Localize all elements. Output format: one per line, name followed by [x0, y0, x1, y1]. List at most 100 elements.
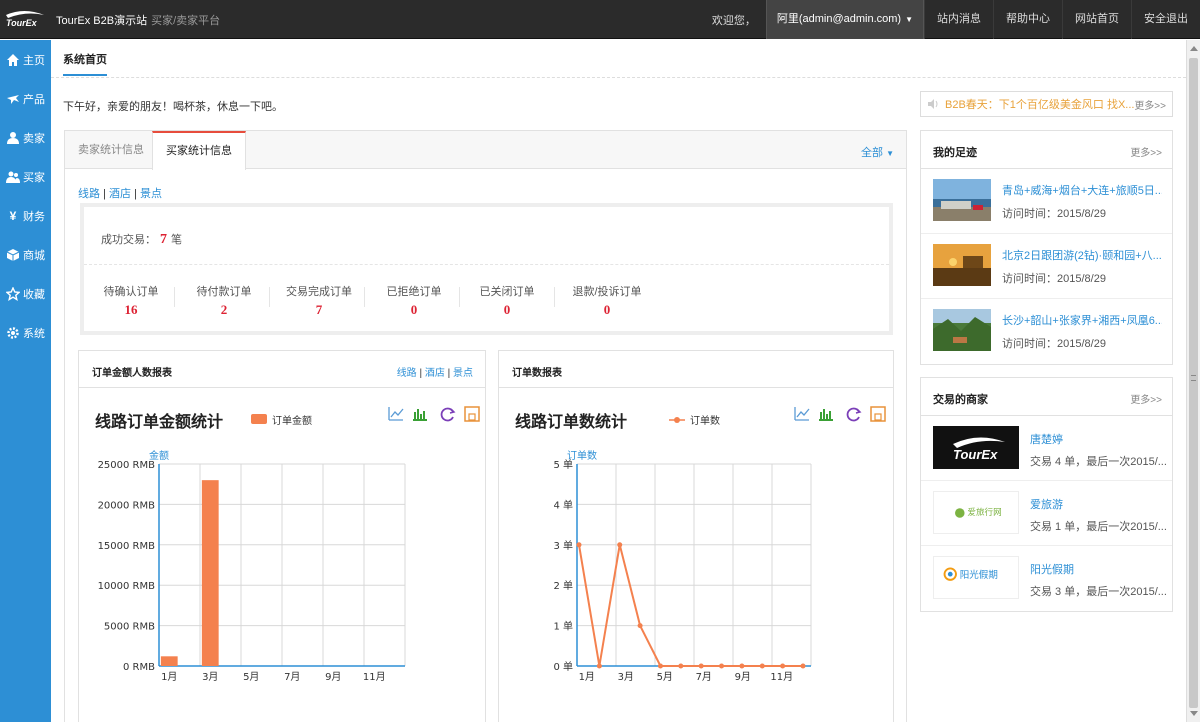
- success-label: 成功交易：: [101, 234, 156, 246]
- user-menu[interactable]: 阿里(admin@admin.com) ▼: [765, 0, 924, 39]
- link-hotels[interactable]: 酒店: [425, 368, 445, 379]
- tour-thumbnail[interactable]: [933, 244, 991, 286]
- tourex-logo[interactable]: TourEx: [4, 9, 46, 29]
- sidebar: 主页 产品 卖家 买家 ¥ 财务 商城 收藏 系统: [0, 40, 51, 722]
- scroll-thumb[interactable]: [1189, 58, 1198, 708]
- link-routes[interactable]: 线路: [397, 368, 417, 379]
- sidebar-item-label: 买家: [23, 171, 45, 184]
- tour-thumbnail[interactable]: [933, 179, 991, 221]
- panel-title: 交易的商家: [933, 394, 988, 406]
- y-tick-label: 5 单: [553, 459, 573, 471]
- y-tick-label: 10000 RMB: [98, 581, 156, 592]
- stat-pending-confirm[interactable]: 待确认订单 16: [84, 283, 178, 318]
- data-point: [800, 663, 806, 669]
- stat-rejected[interactable]: 已拒绝订单 0: [367, 283, 461, 318]
- sidebar-item-system[interactable]: 系统: [0, 313, 51, 352]
- footprint-item[interactable]: 北京2日跟团游(2钻)·颐和园+八... 访问时间：2015/8/29: [921, 234, 1172, 299]
- bar: [160, 656, 178, 666]
- filter-dropdown[interactable]: 全部 ▼: [861, 144, 894, 160]
- merchant-logo[interactable]: 爱旅行网: [933, 491, 1019, 534]
- sidebar-item-products[interactable]: 产品: [0, 79, 51, 118]
- merchant-item[interactable]: 爱旅行网 爱旅游 交易 1 单，最后一次2015/...: [921, 481, 1172, 546]
- sidebar-item-buyers[interactable]: 买家: [0, 157, 51, 196]
- x-tick-label: 11月: [770, 671, 793, 683]
- merchant-item[interactable]: TourEx 唐楚婷 交易 4 单，最后一次2015/...: [921, 416, 1172, 481]
- footprint-item[interactable]: 长沙+韶山+张家界+湘西+凤凰6... 访问时间：2015/8/29: [921, 299, 1172, 364]
- chart-title: 线路订单数统计: [515, 412, 627, 431]
- divider: [554, 287, 555, 307]
- scrollbar[interactable]: [1186, 40, 1200, 722]
- sidebar-item-mall[interactable]: 商城: [0, 235, 51, 274]
- merchant-item[interactable]: 阳光假期 阳光假期 交易 3 单，最后一次2015/...: [921, 546, 1172, 611]
- stat-refund-complaint[interactable]: 退款/投诉订单 0: [560, 283, 654, 318]
- footprint-item[interactable]: 青岛+威海+烟台+大连+旅顺5日... 访问时间：2015/8/29: [921, 169, 1172, 234]
- link-routes[interactable]: 线路: [78, 188, 100, 200]
- svg-text:TourEx: TourEx: [6, 18, 38, 28]
- merchant-name[interactable]: 阳光假期: [1030, 561, 1074, 577]
- save-image-icon: [468, 413, 476, 421]
- amount-report-card: 订单金额人数报表 线路 | 酒店 | 景点 线路订单金额统计 订单金额 金额 0 RM…: [78, 350, 486, 722]
- site-brand: TourEx B2B演示站 买家/卖家平台: [56, 12, 220, 28]
- notice-bar[interactable]: B2B春天：下1个百亿级美金风口 找X... 更多>>: [920, 91, 1173, 117]
- divider: [269, 287, 270, 307]
- stat-pending-payment[interactable]: 待付款订单 2: [177, 283, 271, 318]
- x-tick-label: 9月: [325, 671, 341, 683]
- tour-thumbnail[interactable]: [933, 309, 991, 351]
- sidebar-item-sellers[interactable]: 卖家: [0, 118, 51, 157]
- merchant-logo[interactable]: TourEx: [933, 426, 1019, 469]
- tab-buyer-stats[interactable]: 买家统计信息: [152, 131, 246, 170]
- merchant-name[interactable]: 唐楚婷: [1030, 431, 1063, 447]
- merchant-desc: 交易 3 单，最后一次2015/...: [1030, 586, 1167, 598]
- merchant-desc: 交易 4 单，最后一次2015/...: [1030, 456, 1167, 468]
- merchant-name[interactable]: 爱旅游: [1030, 496, 1063, 512]
- x-tick-label: 3月: [202, 671, 218, 683]
- tab-seller-stats[interactable]: 卖家统计信息: [65, 131, 157, 169]
- sidebar-item-favorites[interactable]: 收藏: [0, 274, 51, 313]
- legend-swatch: [251, 414, 267, 424]
- stat-closed[interactable]: 已关闭订单 0: [460, 283, 554, 318]
- link-attractions[interactable]: 景点: [140, 188, 162, 200]
- y-tick-label: 0 单: [553, 661, 573, 673]
- sidebar-item-home[interactable]: 主页: [0, 40, 51, 79]
- stat-label: 待付款订单: [196, 286, 252, 298]
- bar-chart-toggle-icon: [819, 409, 833, 421]
- legend-label: 订单数: [690, 414, 720, 427]
- sidebar-item-finance[interactable]: ¥ 财务: [0, 196, 51, 235]
- footprint-title[interactable]: 北京2日跟团游(2钻)·颐和园+八...: [1002, 247, 1162, 263]
- data-point: [657, 663, 663, 669]
- notice-text[interactable]: B2B春天：下1个百亿级美金风口 找X...: [945, 96, 1134, 112]
- more-link[interactable]: 更多>>: [1130, 144, 1162, 159]
- page-tabs: 系统首页: [51, 40, 1186, 78]
- sidebar-item-label: 系统: [23, 327, 45, 340]
- logout-link[interactable]: 安全退出: [1131, 0, 1200, 39]
- link-attractions[interactable]: 景点: [453, 368, 473, 379]
- category-links: 线路 | 酒店 | 景点: [78, 188, 162, 200]
- help-link[interactable]: 帮助中心: [993, 0, 1062, 39]
- home-icon: [7, 53, 19, 66]
- success-trades: 成功交易： 7 笔: [101, 231, 182, 248]
- site-home-link[interactable]: 网站首页: [1062, 0, 1131, 39]
- yen-icon: ¥: [9, 208, 17, 223]
- stat-value: 0: [603, 302, 611, 317]
- scroll-up-icon[interactable]: [1190, 46, 1198, 51]
- link-hotels[interactable]: 酒店: [109, 188, 131, 200]
- notice-more-link[interactable]: 更多>>: [1134, 97, 1166, 112]
- scroll-down-icon[interactable]: [1190, 711, 1198, 716]
- footprint-title[interactable]: 长沙+韶山+张家界+湘西+凤凰6...: [1002, 312, 1162, 328]
- y-tick-label: 15000 RMB: [98, 541, 156, 552]
- stat-value: 2: [220, 302, 228, 317]
- more-link[interactable]: 更多>>: [1130, 391, 1162, 406]
- messages-link[interactable]: 站内消息: [924, 0, 993, 39]
- greeting-text: 下午好，亲爱的朋友！喝杯茶，休息一下吧。: [63, 101, 283, 113]
- stat-completed[interactable]: 交易完成订单 7: [272, 283, 366, 318]
- merchant-logo-text: TourEx: [953, 447, 998, 462]
- tab-system-home[interactable]: 系统首页: [63, 51, 107, 76]
- y-tick-label: 25000 RMB: [98, 460, 156, 471]
- user-icon: [7, 131, 19, 144]
- y-tick-label: 3 单: [553, 540, 573, 552]
- stats-tabs: 卖家统计信息 买家统计信息 全部 ▼: [65, 131, 906, 170]
- footprint-title[interactable]: 青岛+威海+烟台+大连+旅顺5日...: [1002, 182, 1162, 198]
- merchant-logo[interactable]: 阳光假期: [933, 556, 1019, 599]
- cube-icon: [6, 248, 20, 261]
- brand-name: TourEx B2B演示站: [56, 15, 148, 27]
